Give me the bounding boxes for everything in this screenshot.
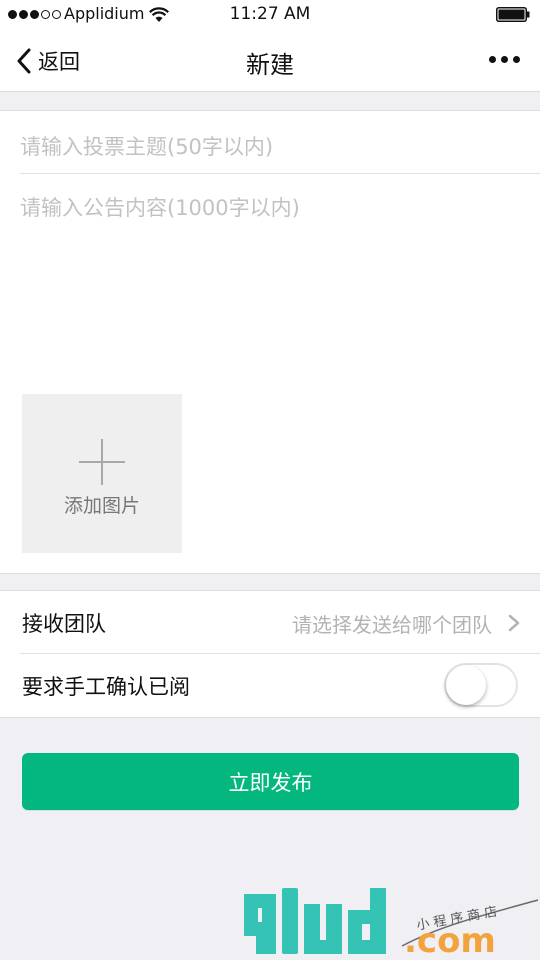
page-title: 新建 [246,51,294,79]
plus-icon [79,439,125,485]
receiving-team-label: 接收团队 [22,612,106,636]
receiving-team-value: 请选择发送给哪个团队 [292,613,492,637]
chevron-right-icon [508,614,520,632]
announcement-form: 添加图片 [0,110,540,574]
watermark-logo: 小 程 序 商 店 .com [244,888,539,960]
add-image-label: 添加图片 [63,495,140,517]
toggle-knob [446,665,486,705]
manual-confirm-row: 要求手工确认已阅 [0,654,540,716]
settings-group: 接收团队 请选择发送给哪个团队 要求手工确认已阅 [0,590,540,718]
more-dots-icon [489,56,496,63]
status-bar: Applidium 11:27 AM [0,0,540,30]
status-time: 11:27 AM [229,4,311,24]
battery-icon [496,7,530,22]
publish-button[interactable]: 立即发布 [22,753,519,810]
manual-confirm-toggle[interactable] [444,663,518,707]
manual-confirm-label: 要求手工确认已阅 [22,675,190,699]
divider [20,173,540,174]
receiving-team-row[interactable]: 接收团队 请选择发送给哪个团队 [0,591,540,654]
more-dots-icon [501,56,508,63]
subject-input[interactable] [20,121,520,173]
more-dots-icon [513,56,520,63]
add-image-button[interactable]: 添加图片 [22,394,182,553]
more-button[interactable] [489,56,520,63]
navigation-bar: 返回 新建 [0,30,540,92]
svg-text:.com: .com [404,921,496,960]
content-textarea[interactable] [20,193,520,373]
